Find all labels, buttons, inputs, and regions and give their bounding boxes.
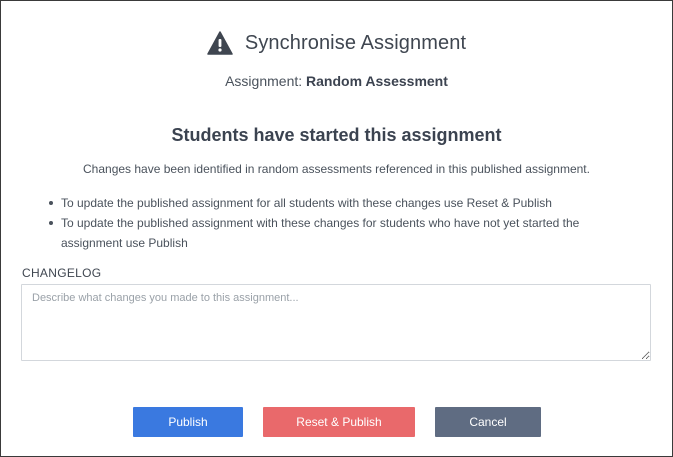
publish-button[interactable]: Publish xyxy=(133,407,243,437)
description-text: Changes have been identified in random a… xyxy=(83,162,590,176)
instruction-item-publish: To update the published assignment with … xyxy=(49,213,641,253)
changelog-textarea[interactable] xyxy=(21,284,651,361)
assignment-line: Assignment: Random Assessment xyxy=(1,73,672,89)
warning-heading: Students have started this assignment xyxy=(171,125,502,145)
dialog-title: Synchronise Assignment xyxy=(244,31,467,54)
instruction-item-reset-publish: To update the published assignment for a… xyxy=(49,193,641,213)
instruction-list: To update the published assignment for a… xyxy=(49,193,641,253)
dialog-header: Synchronise Assignment xyxy=(1,31,672,55)
changelog-label: CHANGELOG xyxy=(22,266,102,280)
reset-publish-button[interactable]: Reset & Publish xyxy=(263,407,415,437)
assignment-label: Assignment: xyxy=(225,73,303,89)
cancel-button[interactable]: Cancel xyxy=(435,407,541,437)
synchronise-assignment-dialog: Synchronise Assignment Assignment: Rando… xyxy=(0,0,673,457)
warning-icon xyxy=(207,31,233,55)
assignment-name: Random Assessment xyxy=(306,73,448,89)
